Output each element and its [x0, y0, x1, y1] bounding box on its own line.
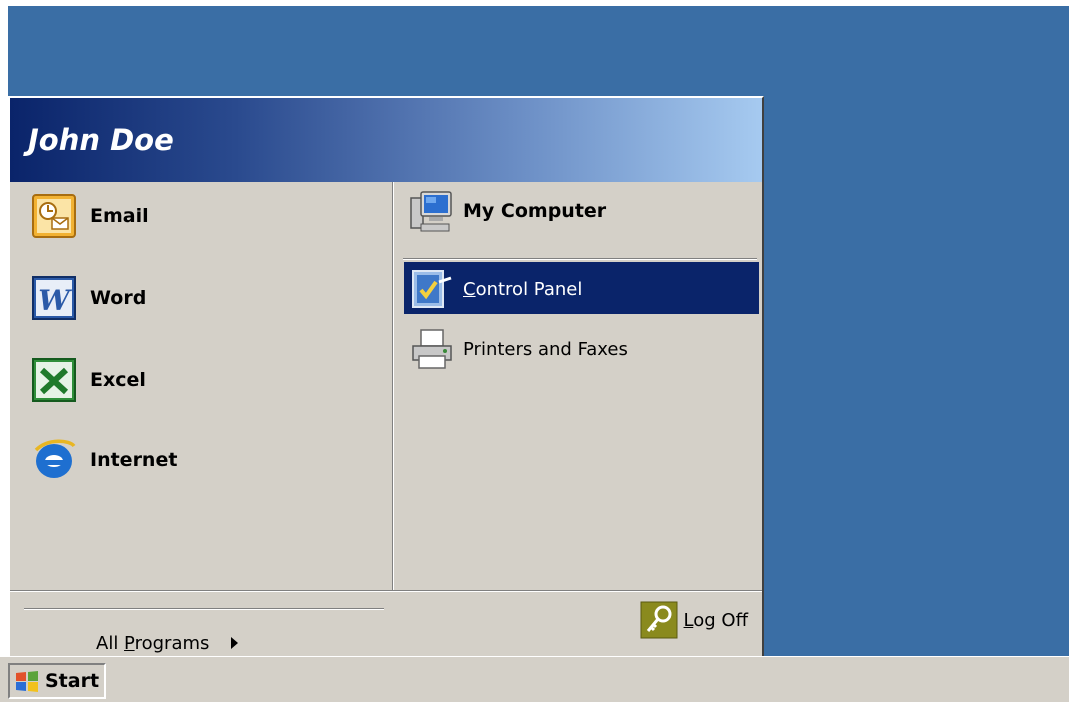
control-panel-icon: [412, 270, 452, 308]
printers-faxes-item[interactable]: Printers and Faxes: [409, 326, 628, 372]
log-off-label: Log Off: [683, 609, 748, 631]
screen-edge-left: [0, 0, 8, 656]
internet-explorer-icon: [34, 439, 76, 478]
control-panel-item[interactable]: Control Panel: [409, 266, 582, 312]
log-off-button[interactable]: Log Off: [640, 601, 748, 639]
pinned-item-label: Excel: [90, 369, 146, 391]
control-panel-label: Control Panel: [463, 278, 583, 300]
my-computer-label: My Computer: [463, 200, 607, 222]
start-menu: John Doe Email W Word Excel Internet All…: [8, 96, 764, 660]
email-icon: [32, 194, 76, 238]
excel-icon: [32, 358, 76, 402]
taskbar: Start: [0, 656, 1069, 702]
pinned-programs-pane: Email W Word Excel Internet All Programs: [10, 182, 392, 654]
word-icon: W: [32, 276, 76, 320]
places-separator: [403, 258, 757, 260]
screen-edge-top: [0, 0, 1069, 6]
pinned-item-label: Word: [90, 287, 147, 309]
printer-icon: [412, 329, 452, 369]
pinned-item-internet[interactable]: Internet: [30, 434, 177, 486]
my-computer-icon: [410, 191, 452, 232]
pinned-item-label: Internet: [90, 449, 178, 471]
pinned-item-email[interactable]: Email: [30, 190, 149, 242]
start-button[interactable]: Start: [8, 663, 106, 699]
start-label: Start: [45, 670, 100, 692]
printers-faxes-label: Printers and Faxes: [463, 338, 628, 360]
my-computer-item[interactable]: My Computer: [409, 188, 606, 234]
places-pane: My Computer Control Panel Printers and F…: [392, 182, 762, 590]
key-icon: [640, 601, 678, 639]
pinned-item-label: Email: [90, 205, 149, 227]
user-name: John Doe: [28, 123, 174, 157]
start-menu-footer: Log Off: [10, 590, 762, 658]
start-menu-header: John Doe: [10, 98, 762, 182]
windows-flag-icon: [16, 671, 38, 692]
pinned-item-word[interactable]: W Word: [30, 272, 146, 324]
pinned-item-excel[interactable]: Excel: [30, 354, 146, 406]
svg-text:W: W: [38, 284, 72, 317]
